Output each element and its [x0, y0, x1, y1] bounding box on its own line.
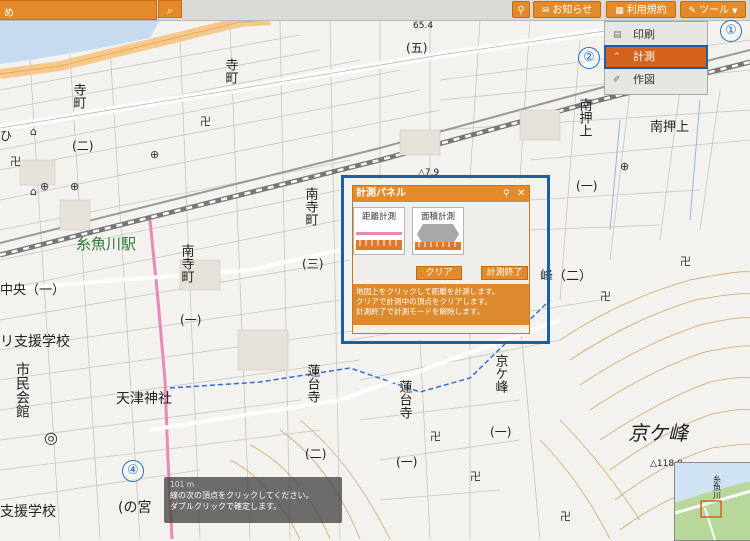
label-tentsu: 天津神社: [116, 391, 172, 407]
svg-text:卍: 卍: [680, 255, 691, 268]
svg-text:卍: 卍: [200, 115, 211, 128]
news-button[interactable]: ✉ お知らせ: [533, 1, 601, 18]
svg-text:卍: 卍: [470, 470, 481, 483]
label-terayama: 寺町: [223, 58, 239, 84]
label-minami-tera-num: (三): [302, 257, 323, 271]
book-icon: ▦: [615, 6, 624, 16]
overview-inset-map[interactable]: 糸魚川: [674, 462, 750, 541]
menu-item-measure[interactable]: ⌃ 計測: [604, 45, 708, 69]
bell-icon: ✉: [541, 6, 550, 16]
clear-button[interactable]: クリア: [416, 266, 462, 280]
help-text: 地図上をクリックして距離を計測します。 クリアで計測中の頂点をクリアします。 計…: [353, 284, 529, 325]
location-pin-icon: ⚲: [517, 5, 525, 16]
label-height-top: 65.4: [413, 21, 433, 31]
close-icon[interactable]: ✕: [517, 186, 525, 202]
svg-text:⌂: ⌂: [30, 125, 37, 138]
tools-button[interactable]: ✎ ツール ▼: [680, 1, 746, 18]
terms-button[interactable]: ▦ 利用規約: [606, 1, 676, 18]
measure-tooltip: 101 m 線の次の頂点をクリックしてください。 ダブルクリックで確定します。: [164, 477, 342, 523]
label-minami-tera-small: 南寺町: [179, 243, 195, 283]
top-toolbar: ⌕ ⚲ ✉お知らせ ▦利用規約 ✎ツール▼: [0, 0, 750, 21]
label-terayama-left: 寺町: [71, 83, 87, 109]
label-height-mid: △7.9: [418, 168, 440, 178]
search-icon: ⌕: [166, 5, 174, 17]
label-terayama-left-num: (二): [72, 139, 93, 153]
location-button[interactable]: ⚲: [512, 1, 530, 18]
wrench-icon: ✎: [688, 6, 697, 16]
distance-measure-button[interactable]: 距離計測: [353, 207, 405, 255]
label-station: 糸魚川駅: [76, 235, 136, 253]
search-button[interactable]: ⌕: [158, 0, 182, 18]
print-icon: ▤: [613, 30, 622, 40]
label-kyogamine-mid-num: (一): [490, 425, 511, 439]
menu-item-draw[interactable]: ✐ 作図: [605, 69, 707, 91]
chevron-down-icon: ▼: [732, 7, 738, 15]
label-chuo: 中央（一）: [0, 283, 65, 298]
label-rendai2: 蓮台寺: [397, 380, 413, 419]
pin-icon[interactable]: ⚲: [503, 186, 510, 202]
label-hi: ひ: [0, 129, 12, 143]
label-miya: (の宮: [118, 500, 151, 516]
label-kyogamine-big: 京ケ峰: [628, 421, 690, 445]
svg-text:卍: 卍: [600, 290, 611, 303]
svg-text:⊕: ⊕: [70, 180, 79, 193]
label-kyogamine-mid: 京ケ峰: [493, 354, 509, 393]
callout-1: ①: [720, 20, 742, 42]
label-shien1: リ支援学校: [0, 333, 70, 350]
label-rendai1: 蓮台寺: [305, 364, 321, 403]
search-input[interactable]: [2, 3, 156, 19]
callout-2: ②: [578, 47, 600, 69]
callout-4: ④: [122, 460, 144, 482]
menu-item-print[interactable]: ▤ 印刷: [605, 24, 707, 46]
label-terayama-go: (五): [406, 41, 427, 55]
svg-text:⊕: ⊕: [40, 180, 49, 193]
measure-icon: ⌃: [613, 52, 621, 62]
label-minami-tera-small-num: (一): [180, 313, 201, 327]
svg-text:⊕: ⊕: [620, 160, 629, 173]
svg-text:◎: ◎: [44, 428, 58, 447]
tooltip-distance: 101 m: [170, 480, 195, 489]
panel-header[interactable]: 計測パネル ⚲ ✕: [353, 186, 529, 202]
svg-text:卍: 卍: [430, 430, 441, 443]
polygon-icon: [415, 224, 461, 250]
end-measure-button[interactable]: 計測終了: [481, 266, 528, 280]
label-minami-oshi: 南押上: [577, 97, 593, 137]
label-rendai2-num: (一): [396, 455, 417, 469]
label-minami-oshiage: 南押上: [650, 119, 689, 135]
draw-icon: ✐: [613, 75, 621, 85]
ruler-icon: [356, 232, 402, 250]
measure-panel: 計測パネル ⚲ ✕ 距離計測 面積計測 クリア 計測終了 地図上をクリックして距…: [352, 185, 530, 334]
label-shien2: 支援学校: [0, 503, 56, 520]
area-measure-button[interactable]: 面積計測: [412, 207, 464, 255]
search-box: [0, 0, 157, 20]
label-minami-tera: 南寺町: [303, 186, 319, 226]
inset-city-label: 糸魚川: [713, 474, 722, 499]
label-kyogamine: 峰（二）: [540, 269, 592, 284]
svg-text:⌂: ⌂: [30, 185, 37, 198]
label-shimin: 市民会館: [14, 361, 30, 418]
label-minami-oshi-num: (一): [576, 179, 597, 193]
svg-text:卍: 卍: [560, 510, 571, 523]
svg-text:⊕: ⊕: [150, 148, 159, 161]
panel-title: 計測パネル: [356, 188, 406, 199]
svg-text:卍: 卍: [10, 155, 21, 168]
tools-dropdown-menu: ▤ 印刷 ⌃ 計測 ✐ 作図: [604, 21, 708, 95]
label-rendai1-num: (二): [305, 447, 326, 461]
